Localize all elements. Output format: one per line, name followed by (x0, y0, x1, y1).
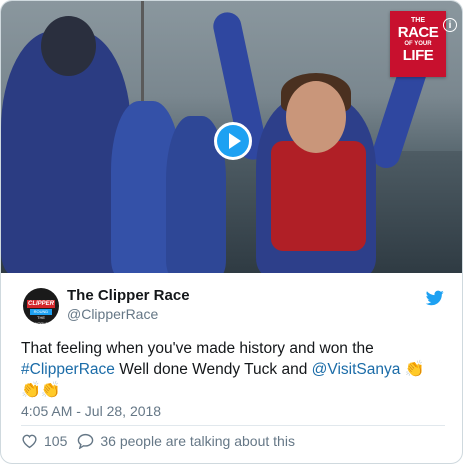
like-count[interactable]: 105 (44, 433, 67, 449)
tweet-text-part-2: Well done Wendy Tuck and (114, 361, 312, 378)
talking-count[interactable]: 36 people are talking about this (100, 433, 295, 449)
author-name[interactable]: The Clipper Race (67, 287, 190, 304)
crew-member-left-head (41, 16, 96, 76)
play-button[interactable] (214, 122, 252, 160)
play-icon (217, 125, 249, 157)
timestamp[interactable]: 4:05 AM - Jul 28, 2018 (21, 403, 161, 419)
logo-line-4: LIFE (402, 47, 434, 64)
face (286, 81, 346, 153)
tweet-text: That feeling when you've made history an… (21, 338, 451, 401)
engagement-bar: 105 36 people are talking about this (21, 433, 295, 449)
race-of-your-life-logo: THE RACE OF YOUR LIFE (390, 11, 446, 77)
logo-line-1: THE (411, 17, 425, 24)
twitter-bird-icon[interactable] (426, 290, 444, 306)
mention-link[interactable]: @VisitSanya (312, 361, 401, 378)
clap-emoji: 👏 (404, 361, 425, 378)
video-thumbnail[interactable]: THE RACE OF YOUR LIFE i (1, 1, 462, 273)
heart-icon[interactable] (21, 433, 38, 449)
avatar-text: CLIPPER (27, 300, 55, 308)
avatar-subtext: ROUND THE WORLD (30, 309, 52, 324)
divider (21, 425, 445, 426)
info-icon[interactable]: i (443, 18, 457, 32)
author-handle[interactable]: @ClipperRace (67, 306, 158, 322)
avatar[interactable]: CLIPPER ROUND THE WORLD (23, 288, 59, 324)
tweet-card: THE RACE OF YOUR LIFE i CLIPPER ROUND TH… (0, 0, 463, 464)
speech-bubble-icon[interactable] (77, 433, 94, 449)
tweet-text-part-1: That feeling when you've made history an… (21, 340, 374, 357)
hashtag-link[interactable]: #ClipperRace (21, 361, 115, 378)
logo-line-2: RACE (397, 24, 439, 41)
life-vest (271, 141, 366, 251)
clap-emoji-2: 👏👏 (21, 382, 61, 399)
